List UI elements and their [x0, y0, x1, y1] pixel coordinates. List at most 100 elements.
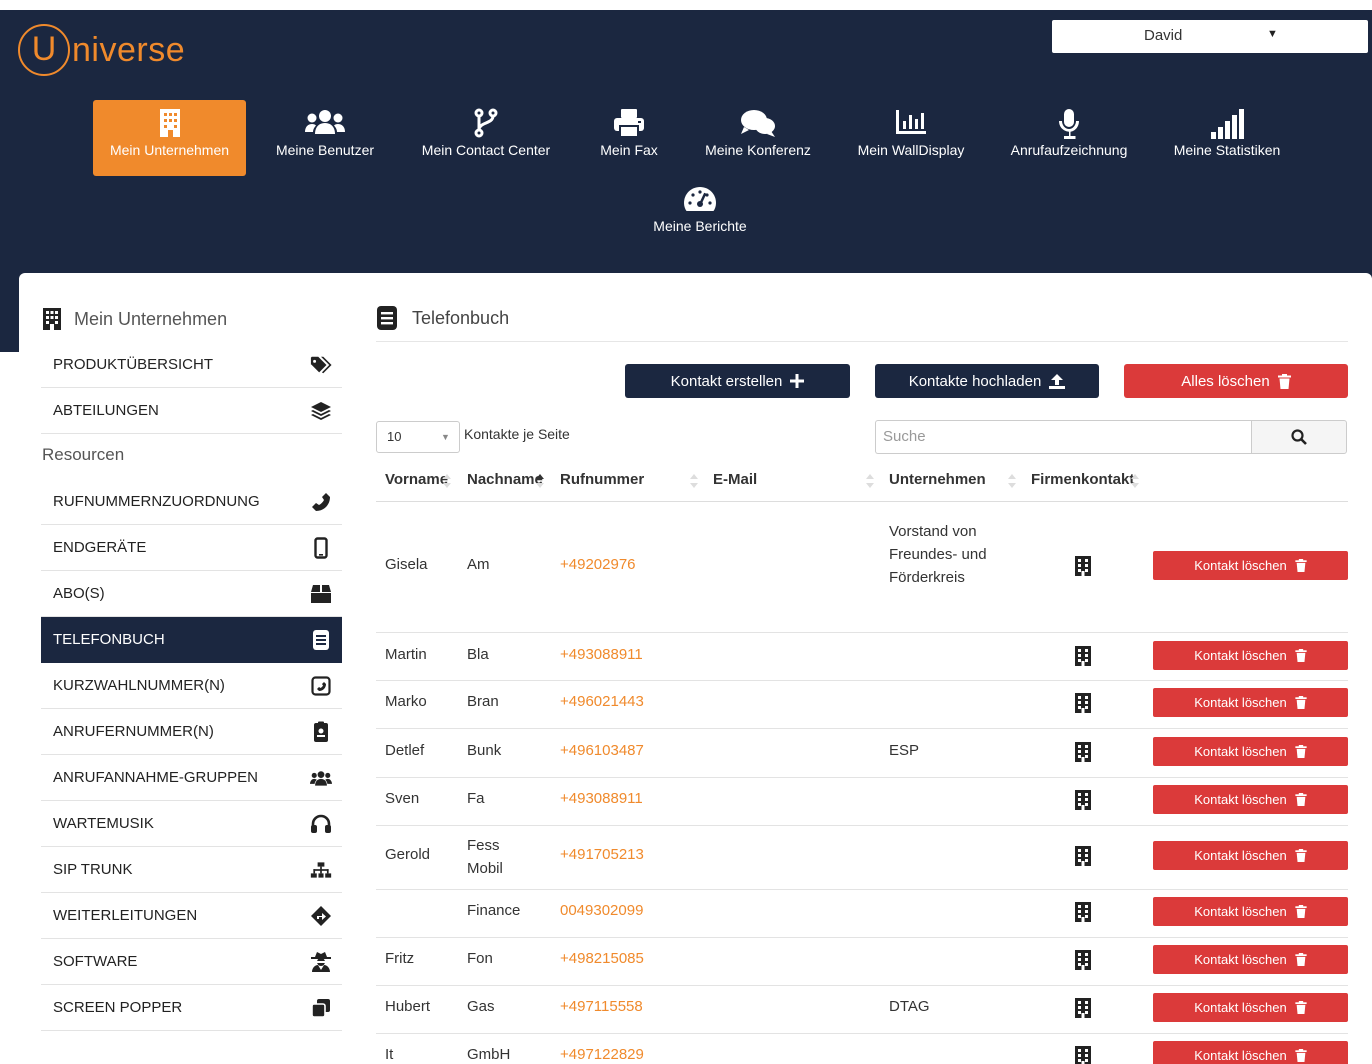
company-contact-icon	[1075, 556, 1091, 576]
tags-icon	[310, 354, 332, 376]
sidebar-item-label: TELEFONBUCH	[53, 631, 165, 648]
col-header-unternehmen[interactable]: Unternehmen	[889, 471, 986, 488]
sidebar-item-wartemusik[interactable]: WARTEMUSIK	[41, 801, 342, 847]
table-row[interactable]: Martin Bla +493088911 Kontakt löschen	[376, 633, 1348, 681]
book-icon	[310, 629, 332, 651]
table-row[interactable]: Marko Bran +496021443 Kontakt löschen	[376, 681, 1348, 729]
sidebar-item-sip-trunk[interactable]: SIP TRUNK	[41, 847, 342, 893]
nav-label: Meine Benutzer	[275, 142, 375, 158]
table-row[interactable]: Finance 0049302099 Kontakt löschen	[376, 890, 1348, 938]
delete-contact-button[interactable]: Kontakt löschen	[1153, 785, 1348, 814]
sidebar-item-abos[interactable]: ABO(S)	[41, 571, 342, 617]
sidebar-item-label: SCREEN POPPER	[53, 999, 183, 1016]
delete-contact-button[interactable]: Kontakt löschen	[1153, 688, 1348, 717]
cell-rufnummer[interactable]: +493088911	[560, 646, 643, 663]
table-row[interactable]: Hubert Gas +497115558 DTAG Kontakt löschen	[376, 986, 1348, 1034]
nav-mein-unternehmen[interactable]: Mein Unternehmen	[93, 100, 246, 176]
user-dropdown[interactable]: David ▼	[1052, 20, 1368, 53]
delete-contact-button[interactable]: Kontakt löschen	[1153, 551, 1348, 580]
nav-label: Mein Fax	[600, 142, 658, 158]
logo[interactable]: U niverse	[18, 24, 185, 76]
cell-rufnummer[interactable]: +497122829	[560, 1046, 644, 1063]
cell-rufnummer[interactable]: +497115558	[560, 998, 643, 1015]
sidebar-item-produktuebersicht[interactable]: PRODUKTÜBERSICHT	[41, 342, 342, 388]
logo-mark: U	[18, 24, 70, 76]
cell-vorname: Martin	[385, 646, 427, 663]
nav-mein-walldisplay[interactable]: Mein WallDisplay	[846, 100, 976, 176]
nav-anrufaufzeichnung[interactable]: Anrufaufzeichnung	[1000, 100, 1138, 176]
sidebar-item-software[interactable]: SOFTWARE	[41, 939, 342, 985]
delete-contact-button[interactable]: Kontakt löschen	[1153, 641, 1348, 670]
col-header-email[interactable]: E-Mail	[713, 471, 757, 488]
nav-mein-contact-center[interactable]: Mein Contact Center	[410, 100, 562, 176]
cell-nachname: Finance	[467, 902, 521, 919]
sidebar-item-endgeraete[interactable]: ENDGERÄTE	[41, 525, 342, 571]
company-contact-icon	[1075, 646, 1091, 666]
search-button[interactable]	[1251, 420, 1347, 454]
upload-contacts-button[interactable]: Kontakte hochladen	[875, 364, 1099, 398]
col-header-rufnummer[interactable]: Rufnummer	[560, 471, 644, 488]
sidebar-item-screen-popper[interactable]: SCREEN POPPER	[41, 985, 342, 1031]
nav-meine-berichte[interactable]: Meine Berichte	[640, 176, 760, 252]
sort-icon[interactable]	[1008, 474, 1016, 488]
nav-meine-benutzer[interactable]: Meine Benutzer	[266, 100, 384, 176]
sidebar-item-anrufannahme-gruppen[interactable]: ANRUFANNAHME-GRUPPEN	[41, 755, 342, 801]
table-row[interactable]: Gerold Fess Mobil +491705213 Kontakt lösche…	[376, 826, 1348, 890]
per-page-select[interactable]: 10 ▼	[376, 421, 460, 453]
delete-contact-button[interactable]: Kontakt löschen	[1153, 993, 1348, 1022]
delete-all-button[interactable]: Alles löschen	[1124, 364, 1348, 398]
table-row[interactable]: Detlef Bunk +496103487 ESP Kontakt löschen	[376, 729, 1348, 778]
delete-contact-button[interactable]: Kontakt löschen	[1153, 897, 1348, 926]
sidebar-item-weiterleitungen[interactable]: WEITERLEITUNGEN	[41, 893, 342, 939]
col-header-vorname[interactable]: Vorname	[385, 471, 448, 488]
cell-rufnummer[interactable]: +496021443	[560, 693, 644, 710]
sort-icon[interactable]	[690, 474, 698, 488]
sort-icon[interactable]	[443, 474, 451, 488]
table-row[interactable]: Gisela Am +49202976 Vorstand von Freundes- …	[376, 502, 1348, 633]
search-icon	[1291, 429, 1307, 445]
search-input[interactable]: Suche	[875, 420, 1252, 454]
nav-meine-statistiken[interactable]: Meine Statistiken	[1163, 100, 1291, 176]
delete-contact-label: Kontakt löschen	[1194, 952, 1287, 967]
table-row[interactable]: It GmbH +497122829 Kontakt löschen	[376, 1034, 1348, 1064]
sidebar-item-label: ANRUFANNAHME-GRUPPEN	[53, 769, 259, 786]
company-contact-icon	[1075, 693, 1091, 713]
user-name: David	[1144, 27, 1183, 44]
delete-contact-label: Kontakt löschen	[1194, 904, 1287, 919]
cell-rufnummer[interactable]: 0049302099	[560, 902, 643, 919]
table-row[interactable]: Fritz Fon +498215085 Kontakt löschen	[376, 938, 1348, 986]
delete-contact-button[interactable]: Kontakt löschen	[1153, 737, 1348, 766]
sidebar-item-anrufernummern[interactable]: ANRUFERNUMMER(N)	[41, 709, 342, 755]
delete-contact-button[interactable]: Kontakt löschen	[1153, 945, 1348, 974]
delete-contact-label: Kontakt löschen	[1194, 1048, 1287, 1063]
table-row[interactable]: Sven Fa +493088911 Kontakt löschen	[376, 778, 1348, 826]
sidebar-item-label: ENDGERÄTE	[53, 539, 147, 556]
cell-nachname: Fess Mobil	[467, 837, 503, 877]
cell-rufnummer[interactable]: +496103487	[560, 742, 644, 759]
company-contact-icon	[1075, 846, 1091, 866]
group-icon	[310, 767, 332, 789]
sort-icon[interactable]	[866, 474, 874, 488]
cell-rufnummer[interactable]: +49202976	[560, 556, 636, 573]
delete-contact-button[interactable]: Kontakt löschen	[1153, 1041, 1348, 1064]
delete-contact-button[interactable]: Kontakt löschen	[1153, 841, 1348, 870]
cell-nachname: Bran	[467, 693, 499, 710]
sort-asc-icon[interactable]	[536, 474, 544, 488]
col-header-firmenkontakt[interactable]: Firmenkontakt	[1031, 471, 1134, 488]
sidebar-item-kurzwahlnummern[interactable]: KURZWAHLNUMMER(N)	[41, 663, 342, 709]
cell-rufnummer[interactable]: +491705213	[560, 846, 644, 863]
sidebar-item-abteilungen[interactable]: ABTEILUNGEN	[41, 388, 342, 434]
nav-meine-konferenz[interactable]: Meine Konferenz	[694, 100, 822, 176]
sidebar-item-label: ABO(S)	[53, 585, 105, 602]
sidebar-item-rufnummernzuordnung[interactable]: RUFNUMMERNZUORDNUNG	[41, 479, 342, 525]
cell-rufnummer[interactable]: +498215085	[560, 950, 644, 967]
cell-vorname: Marko	[385, 693, 427, 710]
cell-rufnummer[interactable]: +493088911	[560, 790, 643, 807]
nav-mein-fax[interactable]: Mein Fax	[590, 100, 668, 176]
left-gutter	[0, 352, 8, 1064]
sort-icon[interactable]	[1131, 474, 1139, 488]
col-header-nachname[interactable]: Nachname	[467, 471, 543, 488]
company-contact-icon	[1075, 998, 1091, 1018]
create-contact-button[interactable]: Kontakt erstellen	[625, 364, 850, 398]
sidebar-item-telefonbuch[interactable]: TELEFONBUCH	[41, 617, 342, 663]
